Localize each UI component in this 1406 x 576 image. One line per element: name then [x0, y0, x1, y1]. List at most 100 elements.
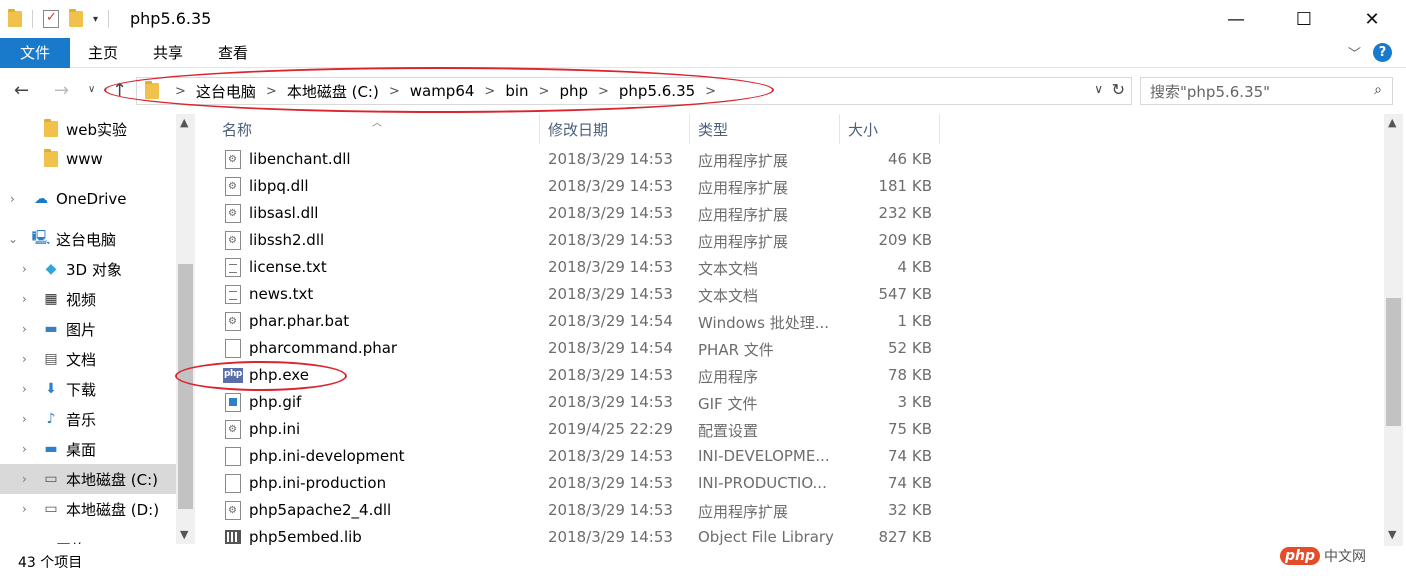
chevron-right-icon[interactable]: ›: [22, 502, 27, 516]
file-size: 74 KB: [888, 474, 932, 492]
chevron-right-icon[interactable]: ›: [22, 442, 27, 456]
breadcrumb-php[interactable]: php: [559, 82, 588, 100]
chevron-right-icon[interactable]: ›: [22, 412, 27, 426]
file-row[interactable]: php.ini 2019/4/25 22:29 配置设置 75 KB: [214, 416, 944, 443]
breadcrumb-this-pc[interactable]: 这台电脑: [196, 81, 256, 102]
text-file-icon: [225, 258, 241, 277]
scroll-down-icon[interactable]: ▼: [180, 528, 188, 541]
help-icon[interactable]: ?: [1373, 43, 1392, 62]
refresh-icon[interactable]: ↻: [1112, 80, 1125, 99]
file-row[interactable]: license.txt 2018/3/29 14:53 文本文档 4 KB: [214, 254, 944, 281]
back-arrow-icon[interactable]: ←: [14, 80, 29, 101]
column-header-size[interactable]: 大小: [840, 114, 940, 144]
scrollbar-thumb[interactable]: [1386, 298, 1401, 426]
chevron-right-icon[interactable]: ›: [22, 262, 27, 276]
network-icon: ▣: [32, 541, 50, 544]
file-row[interactable]: libsasl.dll 2018/3/29 14:53 应用程序扩展 232 K…: [214, 200, 944, 227]
maximize-button[interactable]: ☐: [1270, 0, 1338, 38]
file-row[interactable]: libpq.dll 2018/3/29 14:53 应用程序扩展 181 KB: [214, 173, 944, 200]
address-dropdown-icon[interactable]: ∨: [1094, 82, 1103, 96]
breadcrumb-separator-icon[interactable]: >: [175, 84, 186, 99]
file-row[interactable]: phar.phar.bat 2018/3/29 14:54 Windows 批处…: [214, 308, 944, 335]
tree-item-3d-objects[interactable]: › ◆ 3D 对象: [0, 254, 176, 284]
breadcrumb-php5635[interactable]: php5.6.35: [619, 82, 695, 100]
blank-file-icon: [225, 339, 241, 358]
tree-item-web-lab[interactable]: web实验: [0, 114, 176, 144]
file-row[interactable]: php.ini-development 2018/3/29 14:53 INI-…: [214, 443, 944, 470]
search-icon[interactable]: ⌕: [1374, 82, 1382, 98]
file-row[interactable]: php.gif 2018/3/29 14:53 GIF 文件 3 KB: [214, 389, 944, 416]
properties-icon[interactable]: [43, 10, 59, 28]
tree-item-music[interactable]: › ♪ 音乐: [0, 404, 176, 434]
nav-pane-scrollbar[interactable]: ▲ ▼: [176, 114, 195, 544]
forward-arrow-icon[interactable]: →: [54, 80, 69, 101]
file-size: 232 KB: [878, 204, 932, 222]
dll-file-icon: [225, 204, 241, 223]
chevron-right-icon[interactable]: ›: [22, 472, 27, 486]
tree-item-onedrive[interactable]: › ☁ OneDrive: [0, 184, 176, 214]
chevron-right-icon[interactable]: ›: [22, 322, 27, 336]
customize-toolbar-icon[interactable]: ▾: [93, 14, 98, 25]
breadcrumb-separator-icon[interactable]: >: [539, 84, 550, 99]
file-row[interactable]: pharcommand.phar 2018/3/29 14:54 PHAR 文件…: [214, 335, 944, 362]
breadcrumb-separator-icon[interactable]: >: [389, 84, 400, 99]
tree-item-documents[interactable]: › ▤ 文档: [0, 344, 176, 374]
tree-item-www[interactable]: www: [0, 144, 176, 174]
scroll-up-icon[interactable]: ▲: [1388, 116, 1396, 129]
column-header-date[interactable]: 修改日期: [540, 114, 690, 144]
recent-locations-icon[interactable]: ∨: [88, 84, 95, 95]
breadcrumb-separator-icon[interactable]: >: [266, 84, 277, 99]
chevron-right-icon[interactable]: ›: [22, 292, 27, 306]
file-list-scrollbar[interactable]: ▲ ▼: [1384, 114, 1403, 546]
tab-view[interactable]: 查看: [218, 38, 248, 68]
address-bar[interactable]: > 这台电脑 > 本地磁盘 (C:) > wamp64 > bin > php > php5…: [136, 77, 1132, 105]
file-row[interactable]: libssh2.dll 2018/3/29 14:53 应用程序扩展 209 K…: [214, 227, 944, 254]
chevron-right-icon[interactable]: ›: [10, 542, 15, 544]
breadcrumb-separator-icon[interactable]: >: [598, 84, 609, 99]
chevron-right-icon[interactable]: ›: [22, 382, 27, 396]
file-row[interactable]: php5apache2_4.dll 2018/3/29 14:53 应用程序扩展…: [214, 497, 944, 524]
file-row[interactable]: news.txt 2018/3/29 14:53 文本文档 547 KB: [214, 281, 944, 308]
search-input[interactable]: 搜索"php5.6.35" ⌕: [1140, 77, 1393, 105]
tab-file[interactable]: 文件: [0, 38, 70, 68]
chevron-right-icon[interactable]: ›: [22, 352, 27, 366]
tab-share[interactable]: 共享: [153, 38, 183, 68]
tree-item-drive-c[interactable]: › ▭ 本地磁盘 (C:): [0, 464, 176, 494]
file-row[interactable]: libenchant.dll 2018/3/29 14:53 应用程序扩展 46…: [214, 146, 944, 173]
tree-item-pictures[interactable]: › ▬ 图片: [0, 314, 176, 344]
tree-item-network[interactable]: › ▣ 网络: [0, 534, 176, 545]
gif-file-icon: [225, 393, 241, 412]
chevron-down-icon[interactable]: ⌄: [8, 232, 18, 246]
tree-item-this-pc[interactable]: ⌄ 🖳 这台电脑: [0, 224, 176, 254]
file-size: 209 KB: [878, 231, 932, 249]
tree-item-drive-d[interactable]: › ▭ 本地磁盘 (D:): [0, 494, 176, 524]
column-header-name[interactable]: 名称 ︿: [214, 114, 540, 144]
scroll-down-icon[interactable]: ▼: [1388, 528, 1396, 541]
breadcrumb-bin[interactable]: bin: [505, 82, 528, 100]
file-row[interactable]: php5embed.lib 2018/3/29 14:53 Object Fil…: [214, 524, 944, 546]
expand-ribbon-icon[interactable]: ﹀: [1348, 43, 1361, 62]
file-size: 4 KB: [897, 258, 932, 276]
file-size: 3 KB: [897, 393, 932, 411]
tab-home[interactable]: 主页: [88, 38, 118, 68]
chevron-right-icon[interactable]: ›: [10, 192, 15, 206]
tree-item-desktop[interactable]: › ▬ 桌面: [0, 434, 176, 464]
ribbon: 文件 主页 共享 查看 ﹀ ?: [0, 38, 1406, 68]
up-arrow-icon[interactable]: ↑: [112, 80, 127, 101]
file-date: 2018/3/29 14:53: [548, 528, 673, 546]
file-row[interactable]: php.ini-production 2018/3/29 14:53 INI-P…: [214, 470, 944, 497]
tree-item-videos[interactable]: › ▦ 视频: [0, 284, 176, 314]
close-button[interactable]: ✕: [1338, 0, 1406, 38]
breadcrumb-separator-icon[interactable]: >: [705, 84, 716, 99]
new-folder-icon[interactable]: [69, 9, 83, 27]
scroll-up-icon[interactable]: ▲: [180, 116, 188, 129]
breadcrumb-drive-c[interactable]: 本地磁盘 (C:): [287, 81, 379, 102]
column-header-type[interactable]: 类型: [690, 114, 840, 144]
tree-item-downloads[interactable]: › ⬇ 下载: [0, 374, 176, 404]
divider: [32, 10, 33, 28]
breadcrumb-wamp64[interactable]: wamp64: [410, 82, 475, 100]
scrollbar-thumb[interactable]: [178, 264, 193, 509]
file-row[interactable]: php.exe 2018/3/29 14:53 应用程序 78 KB: [214, 362, 944, 389]
breadcrumb-separator-icon[interactable]: >: [484, 84, 495, 99]
minimize-button[interactable]: —: [1202, 0, 1270, 38]
